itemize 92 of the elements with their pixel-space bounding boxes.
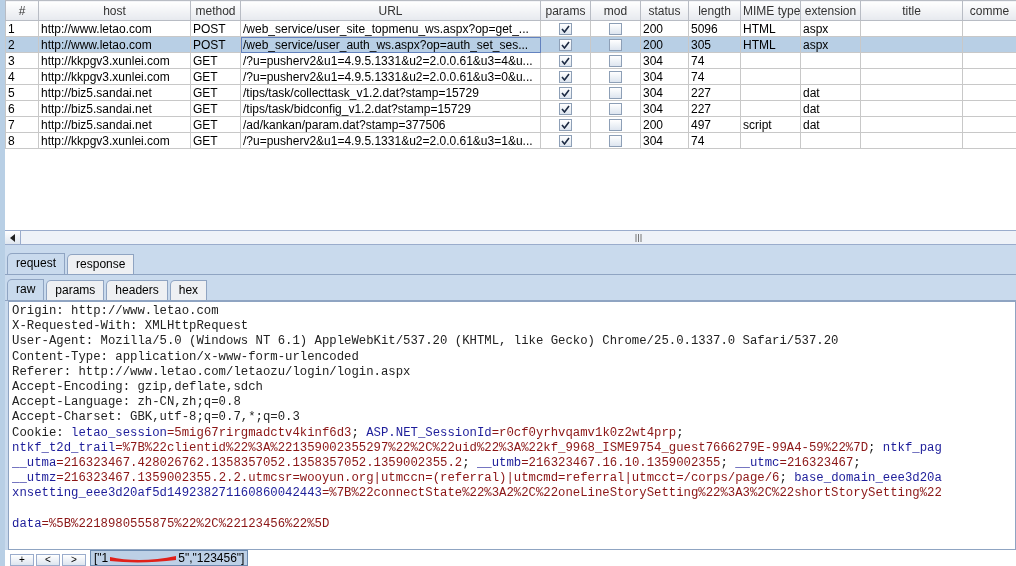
checkbox[interactable] — [609, 134, 622, 147]
table-cell: HTML — [740, 20, 801, 37]
table-cell: 497 — [688, 116, 741, 133]
scroll-left-icon[interactable] — [10, 233, 15, 242]
checkbox[interactable] — [559, 134, 572, 147]
tab[interactable]: headers — [106, 280, 168, 300]
tab[interactable]: request — [7, 253, 66, 274]
redaction-mark — [108, 553, 179, 563]
checkbox[interactable] — [559, 86, 572, 99]
table-cell: http://kkpgv3.xunlei.com — [38, 68, 191, 85]
checkbox[interactable] — [609, 86, 622, 99]
table-cell: 5096 — [688, 20, 741, 37]
column-header[interactable]: method — [190, 0, 241, 21]
column-header[interactable]: title — [860, 0, 963, 21]
table-cell: dat — [800, 100, 861, 117]
column-header[interactable]: status — [640, 0, 689, 21]
table-cell: http://kkpgv3.xunlei.com — [38, 132, 191, 149]
table-cell: http://biz5.sandai.net — [38, 116, 191, 133]
checkbox[interactable] — [609, 54, 622, 67]
tab[interactable]: response — [67, 254, 135, 274]
table-cell: 7 — [5, 116, 39, 133]
tab[interactable]: params — [46, 280, 105, 300]
table-cell: 74 — [688, 68, 741, 85]
checkbox[interactable] — [609, 22, 622, 35]
table-cell: 200 — [640, 20, 689, 37]
column-header[interactable]: MIME type — [740, 0, 801, 21]
table-cell: /tips/task/bidconfig_v1.2.dat?stamp=15729 — [240, 100, 541, 117]
table-cell: 74 — [688, 52, 741, 69]
column-header[interactable]: mod — [590, 0, 641, 21]
table-cell: 200 — [640, 116, 689, 133]
checkbox[interactable] — [559, 38, 572, 51]
table-cell: GET — [190, 52, 241, 69]
checkbox[interactable] — [609, 118, 622, 131]
checkbox[interactable] — [559, 70, 572, 83]
table-cell: GET — [190, 100, 241, 117]
table-cell: aspx — [800, 20, 861, 37]
table-cell: 304 — [640, 84, 689, 101]
table-cell: 304 — [640, 68, 689, 85]
table-cell: POST — [190, 20, 241, 37]
table-cell: dat — [800, 84, 861, 101]
table-cell: /web_service/user_site_topmenu_ws.aspx?op=get_... — [240, 20, 541, 37]
checkbox[interactable] — [559, 118, 572, 131]
checkbox[interactable] — [609, 70, 622, 83]
raw-request-text[interactable]: Origin: http://www.letao.com X-Requested-With: XMLHttpRequest User-Agent: Mozilla/5.0 (Windows NT 6.1) AppleWebKit/537.20 (KHTML, like Gecko) Chrome/25.0.1337.0 Safari/537.20 Content-Type: application/x-www-form-urlencoded Referer: http://www.letao.com/letaozu/login/login.aspx Accept-Encoding: gzip,deflate,sdch Accept-Language: zh-CN,zh;q=0.8 Accept-Charset: GBK,utf-8;q=0.7,*;q=0.3 Cookie: letao_session=5mig67rirgmadctv4kinf6d3; ASP.NET_SessionId=r0cf0yrhvqamv1k0z2wt4prp; ntkf_t2d_trail=%7B%22clientid%22%3A%221359002355297%22%2C%22uid%22%3A%22kf_9968_ISME9754_guest7666279E-99A4-59%22%7D; ntkf_pag __utma=216323467.428026762.1358357052.1358357052.1359002355.2; __utmb=216323467.16.10.1359002355; __utmc=216323467; __utmz=216323467.1359002355.2.2.utmcsr=wooyun.org|utmccn=(referral)|utmcmd=referral|utmcct=/corps/page/6; base_domain_eee3d20a xnsetting_eee3d20af5d149238271160860042443=%7B%22connectState%22%3A2%2C%22oneLineStorySetting%22%3A3%2C%22shortStorySetting%22 data=%5B%2218980555875%22%2C%22123456%22%5D — [8, 301, 1016, 550]
table-cell: script — [740, 116, 801, 133]
table-cell: 1 — [5, 20, 39, 37]
table-cell: http://kkpgv3.xunlei.com — [38, 52, 191, 69]
checkbox[interactable] — [559, 54, 572, 67]
table-cell: 304 — [640, 100, 689, 117]
column-header[interactable]: # — [5, 0, 39, 21]
checkbox[interactable] — [559, 102, 572, 115]
table-cell: http://biz5.sandai.net — [38, 84, 191, 101]
table-cell: 8 — [5, 132, 39, 149]
checkbox[interactable] — [559, 22, 572, 35]
column-header[interactable]: host — [38, 0, 191, 21]
tooltip-text: ["1 — [94, 551, 109, 565]
table-cell: GET — [190, 84, 241, 101]
tab[interactable]: hex — [169, 280, 208, 300]
table-cell: /ad/kankan/param.dat?stamp=377506 — [240, 116, 541, 133]
column-header[interactable]: params — [540, 0, 591, 21]
table-cell: GET — [190, 132, 241, 149]
column-header[interactable]: extension — [800, 0, 861, 21]
column-header[interactable]: comme — [962, 0, 1016, 21]
table-cell: /?u=pusherv2&u1=4.9.5.1331&u2=2.0.0.61&u3=0&u... — [240, 68, 541, 85]
grip-icon — [635, 233, 642, 242]
table-cell: 227 — [688, 100, 741, 117]
table-cell: 4 — [5, 68, 39, 85]
table-cell: 304 — [640, 132, 689, 149]
table-cell: 227 — [688, 84, 741, 101]
table-cell: dat — [800, 116, 861, 133]
checkbox[interactable] — [609, 102, 622, 115]
column-header[interactable]: length — [688, 0, 741, 21]
table-cell: http://biz5.sandai.net — [38, 100, 191, 117]
table-cell: GET — [190, 116, 241, 133]
checkbox[interactable] — [609, 38, 622, 51]
table-cell: 6 — [5, 100, 39, 117]
table-cell: 5 — [5, 84, 39, 101]
table-cell: 304 — [640, 52, 689, 69]
table-cell: /?u=pusherv2&u1=4.9.5.1331&u2=2.0.0.61&u3=4&u... — [240, 52, 541, 69]
nav-button[interactable]: > — [62, 554, 86, 566]
table-cell: /?u=pusherv2&u1=4.9.5.1331&u2=2.0.0.61&u3=1&u... — [240, 132, 541, 149]
table-cell: 74 — [688, 132, 741, 149]
table-cell: 3 — [5, 52, 39, 69]
table-cell: /tips/task/collecttask_v1.2.dat?stamp=15729 — [240, 84, 541, 101]
table-cell: GET — [190, 68, 241, 85]
nav-button[interactable]: < — [36, 554, 60, 566]
tab[interactable]: raw — [7, 279, 45, 300]
table-cell: http://www.letao.com — [38, 20, 191, 37]
nav-button[interactable]: + — [10, 554, 34, 566]
tooltip-text: 5","123456"] — [178, 551, 245, 565]
column-header[interactable]: URL — [240, 0, 541, 21]
horizontal-scrollbar[interactable] — [5, 230, 1016, 245]
